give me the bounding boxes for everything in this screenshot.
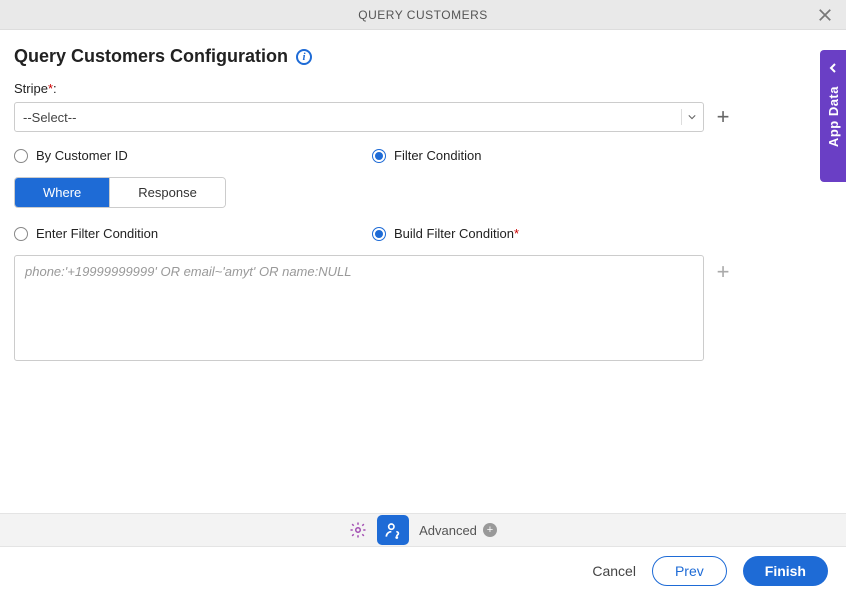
radio-by-customer-id[interactable]: By Customer ID [14, 148, 372, 163]
advanced-toggle[interactable]: Advanced + [419, 523, 497, 538]
modal-header: QUERY CUSTOMERS [0, 0, 846, 30]
user-help-icon[interactable] [377, 515, 409, 545]
radio-icon [14, 149, 28, 163]
radio-icon [14, 227, 28, 241]
modal-title: QUERY CUSTOMERS [358, 8, 488, 22]
radio-icon [372, 227, 386, 241]
stripe-label: Stripe*: [14, 81, 832, 96]
label-colon: : [53, 81, 57, 96]
radio-enter-filter[interactable]: Enter Filter Condition [14, 226, 372, 241]
radio-label-text: Build Filter Condition [394, 226, 514, 241]
required-asterisk: * [514, 226, 519, 241]
stripe-label-text: Stripe [14, 81, 48, 96]
radio-build-filter[interactable]: Build Filter Condition* [372, 226, 519, 241]
prev-button[interactable]: Prev [652, 556, 727, 586]
radio-label: Enter Filter Condition [36, 226, 158, 241]
side-tab-label: App Data [826, 86, 841, 147]
chevron-left-icon [828, 60, 838, 76]
app-data-panel-toggle[interactable]: App Data [820, 50, 846, 182]
finish-button[interactable]: Finish [743, 556, 828, 586]
modal-body: Query Customers Configuration i Stripe*:… [0, 30, 846, 361]
filter-condition-textarea[interactable] [14, 255, 704, 361]
page-title-text: Query Customers Configuration [14, 46, 288, 67]
radio-label: Filter Condition [394, 148, 481, 163]
modal-footer: Cancel Prev Finish [0, 547, 846, 595]
plus-circle-icon: + [483, 523, 497, 537]
filter-mode-group: Enter Filter Condition Build Filter Cond… [14, 226, 832, 241]
advanced-label-text: Advanced [419, 523, 477, 538]
stripe-select-row: --Select-- + [14, 102, 832, 132]
tab-where[interactable]: Where [15, 178, 110, 207]
tab-response[interactable]: Response [110, 178, 225, 207]
filter-builder-row: + [14, 255, 832, 361]
radio-label: By Customer ID [36, 148, 128, 163]
add-filter-button[interactable]: + [712, 261, 734, 283]
where-response-tabs: Where Response [14, 177, 226, 208]
stripe-select-value: --Select-- [23, 110, 76, 125]
query-mode-group: By Customer ID Filter Condition [14, 148, 832, 163]
toolbar-strip: Advanced + [0, 513, 846, 547]
page-title: Query Customers Configuration i [14, 46, 832, 67]
add-stripe-button[interactable]: + [712, 106, 734, 128]
info-icon[interactable]: i [296, 49, 312, 65]
radio-label: Build Filter Condition* [394, 226, 519, 241]
radio-icon [372, 149, 386, 163]
cancel-button[interactable]: Cancel [592, 563, 636, 579]
stripe-select[interactable]: --Select-- [14, 102, 704, 132]
gear-icon[interactable] [349, 521, 367, 539]
close-icon[interactable] [816, 6, 834, 24]
chevron-down-icon [681, 109, 697, 125]
radio-filter-condition[interactable]: Filter Condition [372, 148, 481, 163]
